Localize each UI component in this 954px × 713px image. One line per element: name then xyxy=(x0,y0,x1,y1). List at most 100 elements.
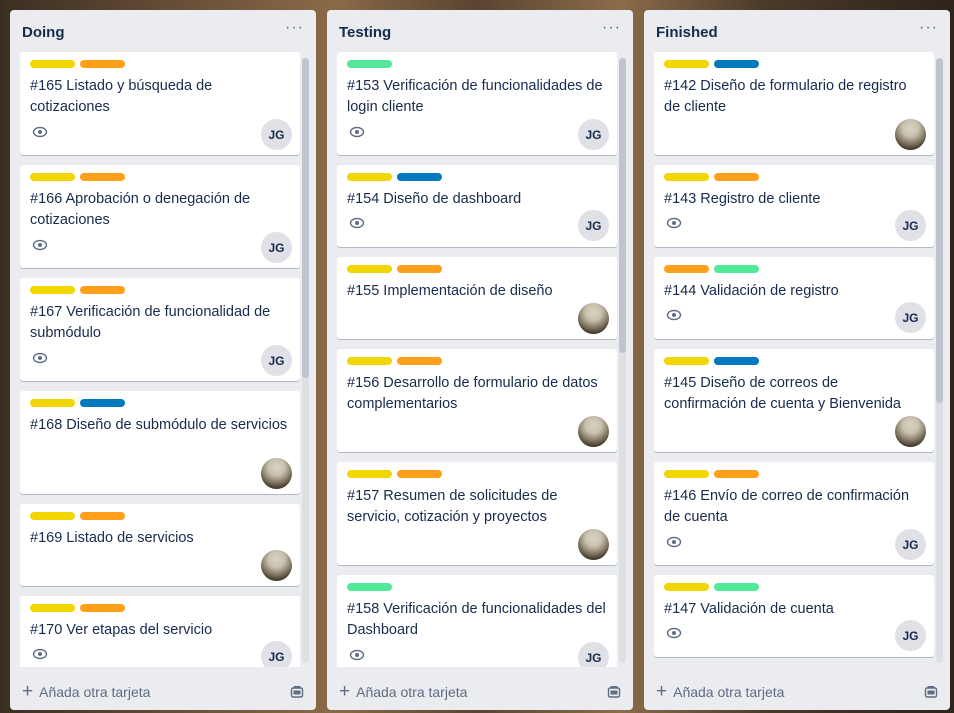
card[interactable]: #157 Resumen de solicitudes de servicio,… xyxy=(337,462,617,565)
member-avatar[interactable]: JG xyxy=(578,210,609,241)
card-labels[interactable] xyxy=(347,583,607,591)
add-card-button[interactable]: + Añada otra tarjeta xyxy=(22,682,150,701)
label-orange[interactable] xyxy=(714,470,759,478)
label-yellow[interactable] xyxy=(664,583,709,591)
label-yellow[interactable] xyxy=(664,60,709,68)
card[interactable]: #155 Implementación de diseño xyxy=(337,257,617,339)
label-yellow[interactable] xyxy=(347,173,392,181)
card[interactable]: #169 Listado de servicios xyxy=(20,504,300,586)
card-labels[interactable] xyxy=(30,286,290,294)
member-avatar[interactable]: JG xyxy=(895,302,926,333)
card-labels[interactable] xyxy=(347,173,607,181)
card[interactable]: #170 Ver etapas del servicio JG xyxy=(20,596,300,667)
label-orange[interactable] xyxy=(80,173,125,181)
label-yellow[interactable] xyxy=(347,470,392,478)
label-orange[interactable] xyxy=(714,173,759,181)
add-card-button[interactable]: + Añada otra tarjeta xyxy=(339,682,467,701)
list-header[interactable]: Doing ··· xyxy=(10,10,316,52)
card[interactable]: #145 Diseño de correos de confirmación d… xyxy=(654,349,934,452)
member-avatar-photo[interactable] xyxy=(261,458,292,489)
card-labels[interactable] xyxy=(30,604,290,612)
card-template-icon[interactable] xyxy=(607,685,621,699)
list-menu-icon[interactable]: ··· xyxy=(602,20,621,36)
scrollbar[interactable] xyxy=(936,58,943,663)
card[interactable]: #142 Diseño de formulario de registro de… xyxy=(654,52,934,155)
label-yellow[interactable] xyxy=(347,357,392,365)
label-orange[interactable] xyxy=(80,60,125,68)
member-avatar[interactable]: JG xyxy=(895,210,926,241)
card-labels[interactable] xyxy=(664,357,924,365)
label-yellow[interactable] xyxy=(664,357,709,365)
card[interactable]: #168 Diseño de submódulo de servicios xyxy=(20,391,300,494)
member-avatar-photo[interactable] xyxy=(895,119,926,150)
label-blue[interactable] xyxy=(397,173,442,181)
card[interactable]: #154 Diseño de dashboard JG xyxy=(337,165,617,247)
card-labels[interactable] xyxy=(30,399,290,407)
card-labels[interactable] xyxy=(347,470,607,478)
card[interactable]: #147 Validación de cuenta JG xyxy=(654,575,934,657)
member-avatar[interactable]: JG xyxy=(578,642,609,667)
label-yellow[interactable] xyxy=(30,60,75,68)
label-orange[interactable] xyxy=(664,265,709,273)
member-avatar-photo[interactable] xyxy=(578,529,609,560)
member-avatar[interactable]: JG xyxy=(895,529,926,560)
list-title[interactable]: Doing xyxy=(22,24,65,41)
add-card-button[interactable]: + Añada otra tarjeta xyxy=(656,682,784,701)
scrollbar-thumb[interactable] xyxy=(302,58,309,378)
card[interactable]: #165 Listado y búsqueda de cotizaciones … xyxy=(20,52,300,155)
card-labels[interactable] xyxy=(664,173,924,181)
member-avatar-photo[interactable] xyxy=(895,416,926,447)
list-title[interactable]: Testing xyxy=(339,24,391,41)
card-labels[interactable] xyxy=(664,470,924,478)
label-yellow[interactable] xyxy=(30,604,75,612)
member-avatar[interactable]: JG xyxy=(895,620,926,651)
card-labels[interactable] xyxy=(347,60,607,68)
list-title[interactable]: Finished xyxy=(656,24,718,41)
card-labels[interactable] xyxy=(30,173,290,181)
label-green[interactable] xyxy=(347,60,392,68)
label-orange[interactable] xyxy=(80,286,125,294)
member-avatar[interactable]: JG xyxy=(261,119,292,150)
label-yellow[interactable] xyxy=(30,173,75,181)
list-menu-icon[interactable]: ··· xyxy=(919,20,938,36)
list-menu-icon[interactable]: ··· xyxy=(285,20,304,36)
card-labels[interactable] xyxy=(30,60,290,68)
scrollbar[interactable] xyxy=(619,58,626,663)
label-green[interactable] xyxy=(347,583,392,591)
card[interactable]: #153 Verificación de funcionalidades de … xyxy=(337,52,617,155)
label-yellow[interactable] xyxy=(664,470,709,478)
member-avatar[interactable]: JG xyxy=(578,119,609,150)
member-avatar-photo[interactable] xyxy=(578,416,609,447)
label-yellow[interactable] xyxy=(30,286,75,294)
card-labels[interactable] xyxy=(664,583,924,591)
scrollbar-thumb[interactable] xyxy=(619,58,626,353)
label-yellow[interactable] xyxy=(664,173,709,181)
label-blue[interactable] xyxy=(80,399,125,407)
member-avatar-photo[interactable] xyxy=(261,550,292,581)
list-header[interactable]: Testing ··· xyxy=(327,10,633,52)
card[interactable]: #144 Validación de registro JG xyxy=(654,257,934,339)
card[interactable]: #146 Envío de correo de confirmación de … xyxy=(654,462,934,565)
card-labels[interactable] xyxy=(664,265,924,273)
card[interactable]: #167 Verificación de funcionalidad de su… xyxy=(20,278,300,381)
label-orange[interactable] xyxy=(397,265,442,273)
card-template-icon[interactable] xyxy=(924,685,938,699)
label-orange[interactable] xyxy=(80,604,125,612)
member-avatar[interactable]: JG xyxy=(261,345,292,376)
card[interactable]: #158 Verificación de funcionalidades del… xyxy=(337,575,617,667)
scrollbar-thumb[interactable] xyxy=(936,58,943,403)
label-green[interactable] xyxy=(714,583,759,591)
label-orange[interactable] xyxy=(80,512,125,520)
label-green[interactable] xyxy=(714,265,759,273)
card-labels[interactable] xyxy=(30,512,290,520)
card-template-icon[interactable] xyxy=(290,685,304,699)
card[interactable]: #143 Registro de cliente JG xyxy=(654,165,934,247)
member-avatar-photo[interactable] xyxy=(578,303,609,334)
card-labels[interactable] xyxy=(347,357,607,365)
card-labels[interactable] xyxy=(347,265,607,273)
list-header[interactable]: Finished ··· xyxy=(644,10,950,52)
card[interactable]: #156 Desarrollo de formulario de datos c… xyxy=(337,349,617,452)
card[interactable]: #166 Aprobación o denegación de cotizaci… xyxy=(20,165,300,268)
label-yellow[interactable] xyxy=(30,512,75,520)
card-labels[interactable] xyxy=(664,60,924,68)
